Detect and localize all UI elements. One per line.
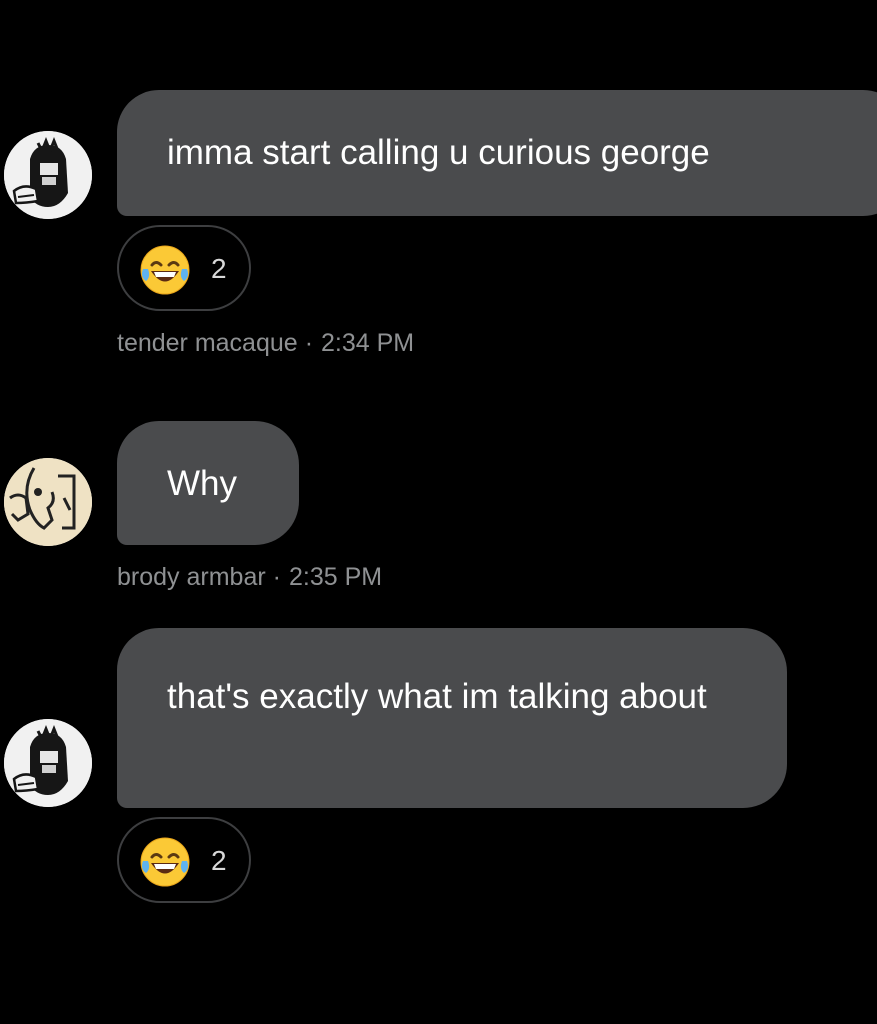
laughing-emoji-icon — [139, 836, 191, 888]
reaction-count: 2 — [211, 845, 227, 876]
message-text: imma start calling u curious george — [167, 133, 710, 172]
sender-name[interactable]: tender macaque — [117, 329, 298, 357]
avatar-tender-macaque[interactable] — [4, 719, 92, 807]
sender-name[interactable]: brody armbar — [117, 563, 266, 591]
laughing-emoji-icon — [139, 244, 191, 296]
meta-separator: · — [304, 329, 314, 357]
message-text: that's exactly what im talking about — [167, 677, 707, 716]
meta-separator: · — [272, 563, 281, 591]
message-bubble[interactable]: that's exactly what im talking about — [117, 628, 787, 808]
monkey-avatar-icon — [4, 131, 92, 219]
message-time: 2:34 PM — [321, 329, 415, 357]
message-bubble[interactable]: imma start calling u curious george — [117, 90, 877, 216]
avatar-tender-macaque[interactable] — [4, 131, 92, 219]
message-text: Why — [167, 464, 237, 503]
message-meta: brody armbar · 2:35 PM — [117, 561, 382, 593]
reaction-count: 2 — [211, 253, 227, 284]
sketch-face-avatar-icon — [4, 458, 92, 546]
message-meta: tender macaque · 2:34 PM — [117, 327, 414, 359]
avatar-brody-armbar[interactable] — [4, 458, 92, 546]
reaction-chip[interactable]: 2 — [117, 225, 251, 311]
reaction-chip[interactable]: 2 — [117, 817, 251, 903]
message-bubble[interactable]: Why — [117, 421, 299, 545]
message-time: 2:35 PM — [289, 563, 383, 591]
monkey-avatar-icon — [4, 719, 92, 807]
